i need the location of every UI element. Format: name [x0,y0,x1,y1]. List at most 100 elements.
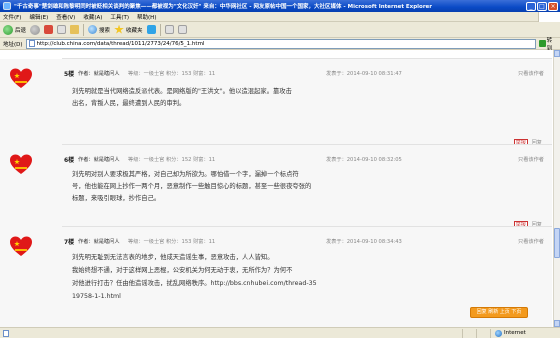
menu-file[interactable]: 文件(F) [3,13,21,21]
post-line: 我始终想不通，对于这样网上恶棍，公安机关为何无动于衷，无所作为？为何不 [72,267,293,274]
post-line: 刘先明无耻到无法言表的地步，他成天造谣生事，恶意攻击，人人皆知。 [72,254,274,261]
floor-number: 7楼 [64,239,75,246]
mail-button[interactable] [164,25,174,34]
post-line: 刘先明对别人要求极其严格，对自己却为所欲为。哪怕借一个字，漏掉一个标点符 [72,171,299,178]
post-line: 出名，背叛人民，最终遭到人民的审判。 [72,100,186,107]
post-header: 7楼 作者：就是瞎问人 等级：一级士官 积分：153 财富：11 发表于：201… [62,235,552,247]
post-author[interactable]: 作者：就是瞎问人 [78,238,120,245]
forum-post: 6楼 作者：就是瞎问人 等级：一级士官 积分：152 财富：11 发表于：201… [0,144,552,232]
media-icon [146,25,156,34]
status-cell [476,328,490,338]
post-date: 发表于：2014-09-10 08:32:05 [326,157,402,163]
mail-icon [164,25,174,34]
post-date: 发表于：2014-09-10 08:31:47 [326,71,402,77]
menu-view[interactable]: 查看(V) [56,13,75,21]
post-line: 标题，来吸引眼球，抄作自己。 [72,195,161,202]
go-arrow-icon [539,40,546,47]
address-url: http://club.china.com/data/thread/1011/2… [36,40,205,47]
forward-arrow-icon [30,24,41,35]
author-stats: 等级：一级士官 积分：153 财富：11 [128,239,216,245]
search-label: 搜索 [99,27,111,34]
toolbar: 后退 搜索 收藏夹 [0,22,560,38]
page-content: 5楼 作者：就是瞎问人 等级：一级士官 积分：153 财富：11 发表于：201… [0,50,553,327]
menu-favorites[interactable]: 收藏(A) [83,13,102,21]
star-icon [114,24,124,34]
only-author-link[interactable]: 只看该作者 [518,70,544,77]
back-arrow-icon [3,24,13,35]
post-body: 刘先明无耻到无法言表的地步，他成天造谣生事，恶意攻击，人人皆知。 我始终想不通，… [72,251,552,303]
stop-button[interactable] [44,25,54,34]
avatar[interactable] [9,67,33,91]
close-button[interactable]: × [548,1,558,11]
home-button[interactable] [70,25,80,34]
favorites-button[interactable]: 收藏夹 [114,24,143,35]
avatar[interactable] [9,235,33,259]
page-done-icon [3,329,9,337]
print-icon [177,25,187,34]
toolbar-separator [83,23,85,36]
go-button[interactable]: 转到 [539,38,557,52]
scroll-thumb[interactable] [554,228,560,258]
post-header: 5楼 作者：就是瞎问人 等级：一级士官 积分：153 财富：11 发表于：201… [62,67,552,79]
author-stats: 等级：一级士官 积分：153 财富：11 [128,71,216,77]
menu-edit[interactable]: 编辑(E) [29,13,48,21]
maximize-button[interactable]: □ [537,1,547,11]
post-body: 刘先明对别人要求极其严格，对自己却为所欲为。哪怕借一个字，漏掉一个标点符 号，他… [72,169,552,205]
favorites-label: 收藏夹 [126,27,143,34]
post-date: 发表于：2014-09-10 08:34:43 [326,239,402,245]
title-bar: "千古奇事"楚剑雄和陈黎明同时被贬相关谈判的聚焦——都被视为"文化汉奸" 来自：… [0,0,560,12]
post-line: 刘先明就是当代网络造反派代表。是网络版的"王洪文"。他以造混起家。靠攻击 [72,88,292,95]
scroll-up-arrow[interactable] [554,50,560,57]
minimize-button[interactable]: _ [526,1,536,11]
search-icon [88,25,98,34]
avatar[interactable] [9,153,33,177]
window-controls: _ □ × [526,1,558,11]
post-line: 对他进行打击？任由他造谣攻击，扰乱网络秩序。http://bbs.cnhubei… [72,280,317,287]
search-button[interactable]: 搜索 [88,25,110,34]
heart-avatar-icon [10,236,32,256]
address-bar: 地址(D) http://club.china.com/data/thread/… [0,38,560,52]
print-button[interactable] [177,25,187,34]
floor-number: 6楼 [64,157,75,164]
page-icon [28,40,35,47]
post-body: 刘先明就是当代网络造反派代表。是网络版的"王洪文"。他以造混起家。靠攻击 出名，… [72,86,552,110]
ie-icon [3,2,11,10]
back-label: 后退 [15,27,27,34]
toolbar-separator [159,23,161,36]
globe-icon [495,329,502,337]
scroll-down-arrow[interactable] [554,320,560,327]
floating-nav-button[interactable]: 回复 刷新 上页 下页 [470,307,528,318]
forward-button[interactable] [30,24,41,35]
windows-logo [538,12,560,22]
menu-bar: 文件(F) 编辑(E) 查看(V) 收藏(A) 工具(T) 帮助(H) [0,12,560,22]
post-line: 号，他也能在网上抄作一两个月，恶意制作一些触目惊心的标题，甚至一些很夜夸张的 [72,183,312,190]
security-zone: Internet [490,328,560,338]
heart-avatar-icon [10,68,32,88]
back-button[interactable]: 后退 [3,24,27,35]
zone-label: Internet [504,330,526,336]
stop-icon [44,25,54,34]
post-line: 19758-1-1.html [72,293,121,300]
menu-tools[interactable]: 工具(T) [110,13,129,21]
refresh-icon [57,25,67,34]
refresh-button[interactable] [57,25,67,34]
forum-post: 5楼 作者：就是瞎问人 等级：一级士官 积分：153 财富：11 发表于：201… [0,58,552,150]
post-author[interactable]: 作者：就是瞎问人 [78,156,120,163]
window-title: "千古奇事"楚剑雄和陈黎明同时被贬相关谈判的聚焦——都被视为"文化汉奸" 来自：… [14,4,432,10]
post-author[interactable]: 作者：就是瞎问人 [78,70,120,77]
vertical-scrollbar[interactable] [553,50,560,327]
only-author-link[interactable]: 只看该作者 [518,156,544,163]
home-icon [70,25,80,34]
floor-number: 5楼 [64,71,75,78]
status-bar: Internet [0,327,560,338]
post-header: 6楼 作者：就是瞎问人 等级：一级士官 积分：152 财富：11 发表于：201… [62,153,552,165]
media-button[interactable] [146,25,156,34]
address-input[interactable]: http://club.china.com/data/thread/1011/2… [25,38,536,49]
heart-avatar-icon [10,154,32,174]
status-text-area [0,329,462,337]
only-author-link[interactable]: 只看该作者 [518,238,544,245]
status-cell [462,328,476,338]
menu-help[interactable]: 帮助(H) [137,13,156,21]
author-stats: 等级：一级士官 积分：152 财富：11 [128,157,216,163]
address-label: 地址(D) [3,41,23,48]
